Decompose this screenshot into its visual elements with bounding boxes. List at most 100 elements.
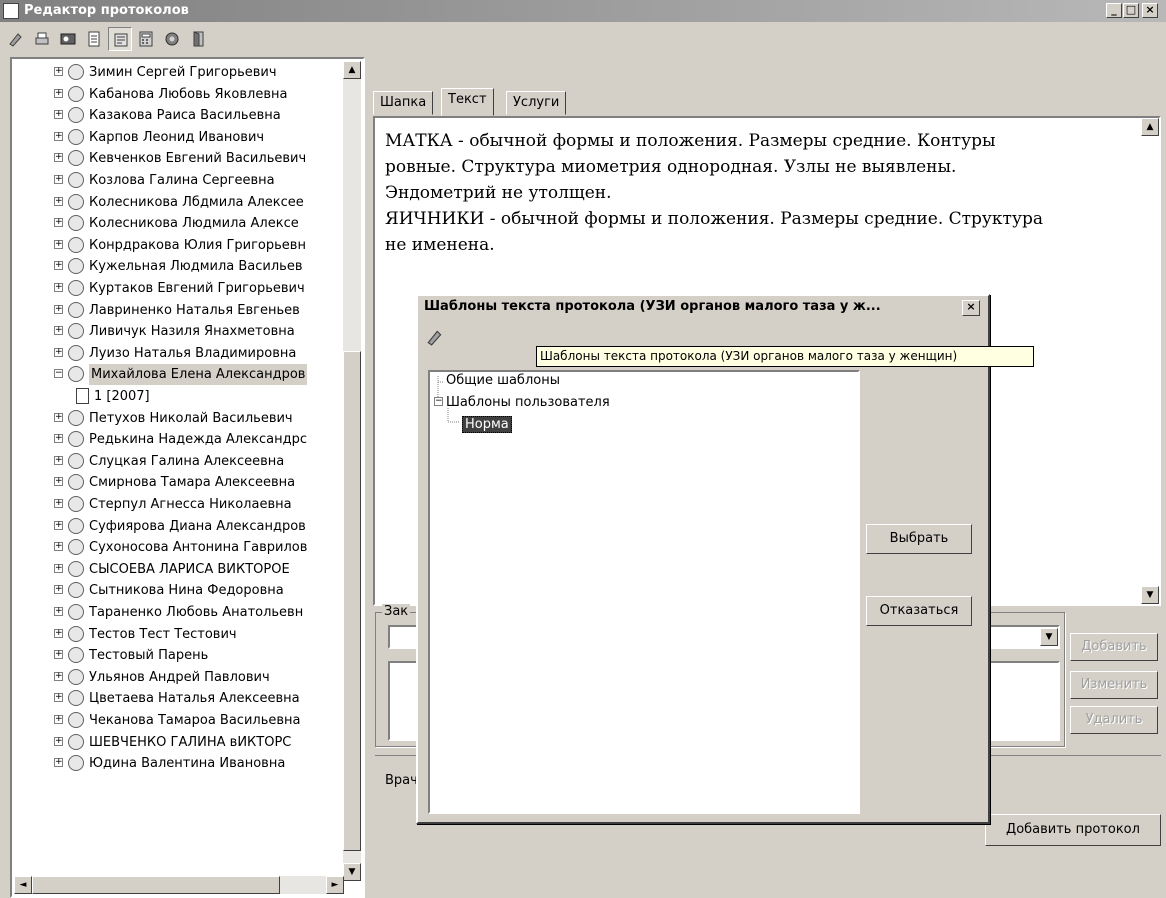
patient-row[interactable]: + Казакова Раиса Васильевна (12, 105, 342, 126)
scroll-up-button[interactable]: ▲ (343, 61, 361, 79)
expand-icon[interactable]: + (54, 434, 63, 444)
tree-horizontal-scrollbar[interactable]: ◄ ► (14, 876, 344, 894)
expand-icon[interactable]: + (54, 563, 63, 573)
template-tree[interactable]: Общие шаблоны − Шаблоны пользователя Нор… (428, 370, 860, 814)
protocol-row[interactable]: 1 [2007] (12, 386, 342, 407)
delete-conclusion-button[interactable]: Удалить (1070, 706, 1158, 734)
patient-row[interactable]: + Зимин Сергей Григорьевич (12, 62, 342, 83)
patient-row[interactable]: + Кужельная Людмила Васильев (12, 256, 342, 277)
expand-icon[interactable]: + (54, 520, 63, 530)
settings-button[interactable] (160, 27, 184, 51)
expand-icon[interactable]: + (54, 261, 63, 271)
patient-row[interactable]: + Ливичук Назиля Янахметовна (12, 321, 342, 342)
expand-icon[interactable]: + (54, 477, 63, 487)
template-button[interactable] (108, 27, 132, 51)
hscroll-thumb[interactable] (32, 876, 280, 894)
expand-icon[interactable]: + (54, 110, 63, 120)
tree-vertical-scrollbar[interactable]: ▲ ▼ (343, 61, 361, 881)
scroll-right-button[interactable]: ► (326, 876, 344, 894)
patient-row[interactable]: + Тараненко Любовь Анатольевн (12, 602, 342, 623)
patient-row[interactable]: + ШЕВЧЕНКО ГАЛИНА вИКТОРС (12, 732, 342, 753)
patient-row[interactable]: + Козлова Галина Сергеевна (12, 170, 342, 191)
patient-row[interactable]: + Чеканова Тамароа Васильевна (12, 710, 342, 731)
collapse-icon[interactable]: − (434, 397, 443, 406)
patient-row[interactable]: + Сытникова Нина Федоровна (12, 580, 342, 601)
expand-icon[interactable]: + (54, 585, 63, 595)
expand-icon[interactable]: + (54, 88, 63, 98)
expand-icon[interactable]: + (54, 628, 63, 638)
patient-row[interactable]: + СЫСОЕВА ЛАРИСА ВИКТОРОЕ (12, 559, 342, 580)
expand-icon[interactable]: + (54, 175, 63, 184)
add-protocol-button[interactable]: Добавить протокол (985, 814, 1161, 846)
dialog-close-button[interactable]: × (962, 300, 980, 316)
patient-row[interactable]: + Лавриненко Наталья Евгеньев (12, 300, 342, 321)
expand-icon[interactable]: + (54, 283, 63, 292)
expand-icon[interactable]: + (54, 715, 63, 724)
select-button[interactable]: Выбрать (866, 524, 972, 554)
patient-row[interactable]: + Петухов Николай Васильевич (12, 408, 342, 429)
tab-header[interactable]: Шапка (373, 91, 434, 115)
patient-row[interactable]: + Ульянов Андрей Павлович (12, 667, 342, 688)
patient-row[interactable]: + Луизо Наталья Владимировна (12, 343, 342, 364)
tree-node-norma[interactable]: Норма (462, 416, 512, 433)
patient-row[interactable]: + Редькина Надежда Александрс (12, 429, 342, 450)
scroll-left-button[interactable]: ◄ (14, 876, 32, 894)
add-conclusion-button[interactable]: Добавить (1070, 633, 1158, 661)
patient-row[interactable]: + Сухоносова Антонина Гаврилов (12, 537, 342, 558)
patient-card-button[interactable] (56, 27, 80, 51)
expand-icon[interactable]: + (54, 693, 63, 703)
scroll-thumb[interactable] (343, 351, 361, 851)
patient-row[interactable]: + Стерпул Агнесса Николаевна (12, 494, 342, 515)
expand-icon[interactable]: + (54, 758, 63, 768)
expand-icon[interactable]: + (54, 131, 63, 141)
patient-row[interactable]: + Суфиярова Диана Александров (12, 516, 342, 537)
patient-row[interactable]: + Конрдракова Юлия Григорьевн (12, 235, 342, 256)
tree-node-common-templates[interactable]: Общие шаблоны (446, 373, 560, 388)
tree-node-user-templates[interactable]: Шаблоны пользователя (446, 395, 610, 410)
scroll-down-button[interactable]: ▼ (343, 863, 361, 881)
expand-icon[interactable]: + (54, 412, 63, 422)
patient-row[interactable]: + Колесникова Лбдмила Алексее (12, 192, 342, 213)
edit-icon[interactable] (426, 328, 444, 346)
expand-icon[interactable]: + (54, 736, 63, 746)
patient-row[interactable]: + Колесникова Людмила Алексе (12, 213, 342, 234)
expand-icon[interactable]: + (54, 196, 63, 206)
expand-icon[interactable]: + (54, 347, 63, 357)
expand-icon[interactable]: + (54, 671, 63, 681)
expand-icon[interactable]: + (54, 304, 63, 314)
protocol-button[interactable] (82, 27, 106, 51)
expand-icon[interactable]: + (54, 542, 63, 552)
chevron-down-icon[interactable]: ▼ (1040, 628, 1058, 646)
patient-tree[interactable]: + Зимин Сергей Григорьевич + Кабанова Любов… (10, 57, 365, 898)
cancel-button[interactable]: Отказаться (866, 596, 972, 626)
patient-row[interactable]: − Михайлова Елена Александров (12, 364, 342, 386)
expand-icon[interactable]: + (54, 499, 63, 508)
edit-button[interactable] (4, 27, 28, 51)
expand-icon[interactable]: + (54, 455, 63, 465)
patient-row[interactable]: + Кевченков Евгений Васильевич (12, 148, 342, 169)
patient-row[interactable]: + Цветаева Наталья Алексеевна (12, 688, 342, 709)
close-button[interactable]: × (1142, 3, 1158, 18)
patient-row[interactable]: + Слуцкая Галина Алексеевна (12, 451, 342, 472)
expand-icon[interactable]: + (54, 67, 63, 76)
patient-row[interactable]: + Тестовый Парень (12, 645, 342, 666)
edit-conclusion-button[interactable]: Изменить (1070, 671, 1158, 699)
expand-icon[interactable]: + (54, 607, 63, 616)
expand-icon[interactable]: + (54, 650, 63, 660)
expand-icon[interactable]: + (54, 239, 63, 249)
expand-icon[interactable]: + (54, 326, 63, 336)
print-button[interactable] (30, 27, 54, 51)
patient-row[interactable]: + Юдина Валентина Ивановна (12, 753, 342, 774)
patient-row[interactable]: + Смирнова Тамара Алексеевна (12, 472, 342, 493)
tab-text[interactable]: Текст (441, 88, 494, 116)
collapse-icon[interactable]: − (54, 369, 63, 379)
minimize-button[interactable]: _ (1106, 3, 1122, 18)
text-scroll-up-button[interactable]: ▲ (1141, 118, 1159, 136)
patient-row[interactable]: + Куртаков Евгений Григорьевич (12, 278, 342, 299)
patient-row[interactable]: + Карпов Леонид Иванович (12, 127, 342, 148)
patient-row[interactable]: + Тестов Тест Тестович (12, 624, 342, 645)
expand-icon[interactable]: + (54, 153, 63, 163)
text-scroll-down-button[interactable]: ▼ (1141, 586, 1159, 604)
expand-icon[interactable]: + (54, 218, 63, 228)
exit-button[interactable] (186, 27, 210, 51)
